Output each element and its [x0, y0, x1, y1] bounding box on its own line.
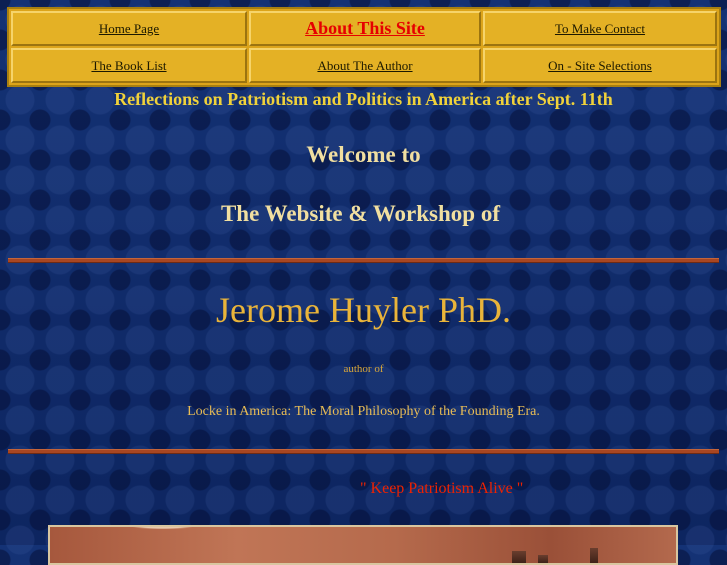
photo-building — [538, 555, 548, 563]
nav-cell-home: Home Page — [11, 11, 247, 46]
slogan-text: " Keep Patriotism Alive " — [360, 480, 524, 497]
skyline-photo — [48, 525, 678, 565]
website-heading: The Website & Workshop of — [220, 201, 501, 226]
photo-building — [512, 551, 526, 563]
nav-link-on-site-selections[interactable]: On - Site Selections — [548, 58, 652, 74]
photo-building — [590, 548, 598, 563]
nav-cell-book-list: The Book List — [11, 48, 247, 83]
nav-link-book-list[interactable]: The Book List — [91, 58, 166, 74]
nav-link-to-make-contact[interactable]: To Make Contact — [555, 21, 645, 37]
divider-bottom — [8, 449, 719, 454]
site-subtitle: Reflections on Patriotism and Politics i… — [114, 89, 613, 109]
author-name: Jerome Huyler PhD. — [216, 290, 511, 330]
welcome-heading: Welcome to — [306, 142, 421, 167]
nav-cell-contact: To Make Contact — [483, 11, 717, 46]
nav-cell-selections: On - Site Selections — [483, 48, 717, 83]
author-of-label: author of — [343, 363, 384, 375]
nav-link-about-the-author[interactable]: About The Author — [317, 58, 412, 74]
book-title: Locke in America: The Moral Philosophy o… — [187, 404, 540, 419]
nav-link-about-this-site[interactable]: About This Site — [305, 18, 425, 39]
nav-cell-about-site: About This Site — [249, 11, 481, 46]
divider-top — [8, 258, 719, 263]
nav-link-home-page[interactable]: Home Page — [99, 21, 159, 37]
nav-table: Home Page About This Site To Make Contac… — [7, 7, 721, 87]
nav-cell-about-author: About The Author — [249, 48, 481, 83]
